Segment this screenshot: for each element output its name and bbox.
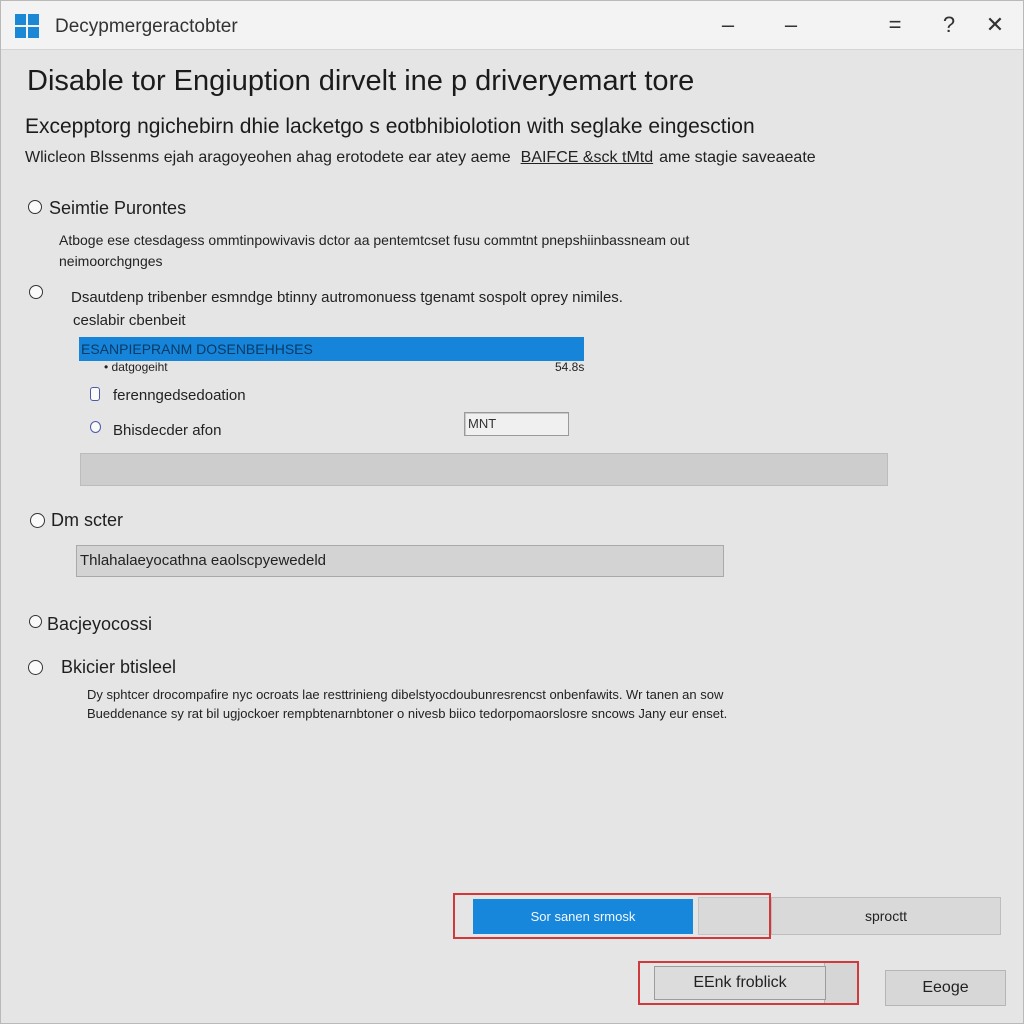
option2-label-line2: ceslabir cbenbeit [73, 312, 186, 329]
title-bar: Decypmergeractobter – – = ? ✕ [1, 1, 1023, 50]
option5-label: Bkicier btisleel [61, 657, 177, 677]
option1-radio[interactable] [28, 200, 42, 214]
highlight-outline-primary [453, 893, 771, 939]
sub-choice2-label: Bhisdecder afon [113, 422, 222, 439]
sub-choice1-label: ferenngedsedoation [113, 387, 246, 404]
close-button[interactable]: Eeoge [885, 970, 1006, 1006]
page-description: Wlicleon Blssenms ejah aragoyeohen ahag … [25, 149, 816, 167]
option4-label: Bacjeyocossi [47, 614, 153, 634]
option3-label: Dm scter [51, 510, 123, 530]
description-tail: ame stagie saveaeate [659, 149, 816, 166]
option1-description-line1: Atboge ese ctesdagess ommtinpowivavis dc… [59, 232, 690, 248]
option1-label: Seimtie Purontes [49, 198, 187, 218]
sub-choice2-radio[interactable] [90, 421, 101, 433]
close-window-button[interactable]: ✕ [977, 9, 1013, 41]
sub-choice1-checkbox[interactable] [90, 387, 100, 401]
option5-description-line2: Bueddenance sy rat bil ugjockoer rempbte… [87, 706, 728, 721]
sub-choice2-input[interactable]: MNT [464, 412, 569, 436]
description-link[interactable]: BAIFCE &sck tMtd [521, 149, 653, 166]
option5-description-line1: Dy sphtcer drocompafire nyc ocroats lae … [87, 687, 724, 702]
progress-sub-label: • datgogeiht [104, 360, 168, 374]
option5-radio[interactable] [28, 660, 43, 675]
option1-description-line2: neimoorchgnges [59, 253, 163, 269]
restore-button[interactable]: = [877, 9, 913, 41]
highlight-outline-back [638, 961, 859, 1005]
windows-logo-icon [15, 14, 39, 38]
option2-radio[interactable] [29, 285, 43, 299]
option3-radio[interactable] [30, 513, 45, 528]
option2-label-line1: Dsautdenp tribenber esmndge btinny autro… [71, 289, 623, 306]
page-title: Disable tor Engiuption dirvelt ine p dri… [27, 65, 695, 97]
options-panel [80, 453, 888, 486]
installer-window: Decypmergeractobter – – = ? ✕ Disable to… [0, 0, 1024, 1024]
page-subtitle: Excepptorg ngichebirn dhie lacketgo s eo… [25, 115, 755, 138]
maximize-button[interactable]: – [773, 9, 809, 41]
description-text: Wlicleon Blssenms ejah aragoyeohen ahag … [25, 149, 511, 166]
option4-radio[interactable] [29, 615, 42, 628]
secondary-button[interactable]: sproctt [771, 897, 1001, 935]
app-title: Decypmergeractobter [55, 16, 238, 37]
progress-value: 54.8s [555, 360, 585, 374]
help-button[interactable]: ? [931, 9, 967, 41]
minimize-button[interactable]: – [710, 9, 746, 41]
option3-path-field[interactable]: Thlahalaeyocathna eaolscpyewedeld [76, 545, 724, 577]
